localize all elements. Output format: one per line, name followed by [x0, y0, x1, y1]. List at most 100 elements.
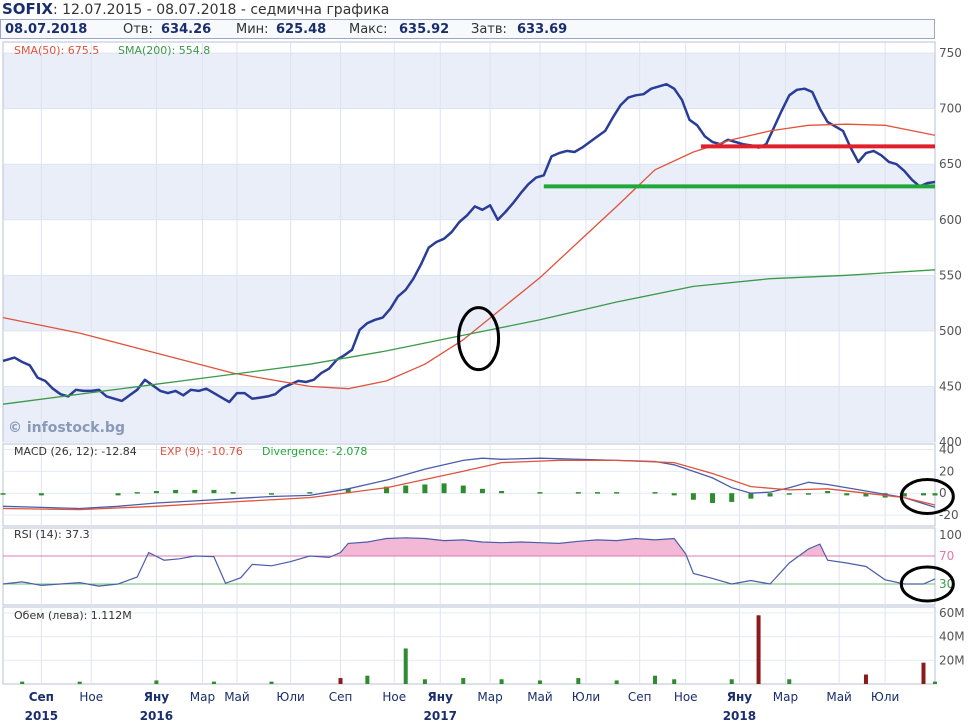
month-label: Яну [727, 690, 753, 704]
divergence-bar [825, 491, 831, 494]
month-label: Юли [871, 690, 899, 704]
year-label: 2016 [140, 709, 173, 723]
volume-bar [576, 678, 581, 684]
volume-bar [77, 681, 82, 684]
macd-tick-label: 20 [939, 464, 954, 478]
month-label: Май [224, 690, 250, 704]
divergence-bar [460, 485, 466, 494]
volume-bar [921, 662, 926, 684]
sma50-legend: SMA(50): 675.5 [14, 44, 99, 57]
divergence-bar [748, 493, 754, 499]
month-label: Май [527, 690, 553, 704]
divergence-bar [575, 492, 581, 494]
month-label: Сеп [329, 690, 353, 704]
year-label: 2017 [424, 709, 457, 723]
divergence-bar [805, 493, 811, 495]
month-label: Мар [477, 690, 502, 704]
month-label: Мар [773, 690, 798, 704]
month-label: Ное [79, 690, 103, 704]
macd-tick-label: 0 [939, 486, 947, 500]
divergence-bar [499, 491, 505, 494]
divergence-bar [192, 489, 198, 494]
month-label: Яну [144, 690, 170, 704]
price-tick-label: 500 [939, 324, 962, 338]
volume-tick-label: 60M [939, 606, 965, 620]
month-label: Юли [276, 690, 304, 704]
divergence-bar [134, 492, 140, 494]
divergence-bar [403, 485, 409, 494]
divergence-bar [115, 493, 121, 496]
divergence-bar [690, 493, 696, 500]
divergence-bar [652, 492, 658, 494]
volume-bar [672, 679, 677, 684]
divergence-bar [153, 491, 159, 494]
divergence-legend: Divergence: -2.078 [262, 445, 367, 458]
month-label: Ное [674, 690, 698, 704]
divergence-bar [710, 493, 716, 504]
divergence-bar [307, 492, 313, 494]
price-tick-label: 700 [939, 102, 962, 116]
volume-tick-label: 20M [939, 653, 965, 667]
panel-frame-1 [2, 443, 936, 527]
volume-bar [422, 679, 427, 684]
volume-bar [933, 681, 937, 684]
price-tick-label: 650 [939, 157, 962, 171]
divergence-bar [211, 489, 217, 494]
volume-tick-label: 40M [939, 630, 965, 644]
divergence-bar [173, 489, 179, 494]
price-band [3, 53, 935, 109]
volume-bar [756, 615, 761, 684]
price-band [3, 275, 935, 331]
divergence-bar [844, 493, 850, 496]
volume-bar [461, 678, 466, 684]
month-label: Сеп [628, 690, 652, 704]
month-label: Мар [190, 690, 215, 704]
volume-bar [537, 680, 542, 684]
divergence-bar [422, 484, 428, 494]
divergence-bar [268, 493, 274, 495]
sma200-legend: SMA(200): 554.8 [118, 44, 210, 57]
price-tick-label: 550 [939, 268, 962, 282]
volume-bar [614, 680, 619, 684]
divergence-bar [729, 493, 735, 502]
rsi-legend: RSI (14): 37.3 [14, 528, 90, 541]
divergence-bar [786, 493, 792, 495]
volume-bar [787, 679, 792, 684]
volume-bar [154, 680, 159, 684]
month-label: Юли [572, 690, 600, 704]
divergence-bar [230, 492, 236, 494]
stock-chart: 400450500550600650700750SMA(50): 675.5 SM… [0, 41, 965, 723]
volume-bar [338, 678, 343, 684]
volume-bar [403, 648, 408, 684]
divergence-bar [537, 492, 543, 494]
divergence-bar [932, 493, 938, 496]
rsi-tick-label: 100 [939, 528, 962, 542]
divergence-bar [767, 493, 773, 497]
price-tick-label: 600 [939, 213, 962, 227]
divergence-bar [594, 492, 600, 494]
macd-tick-label: 40 [939, 442, 954, 456]
macd-legend: MACD (26, 12): -12.84 [14, 445, 137, 458]
rsi-tick-label: 70 [939, 549, 954, 563]
divergence-bar [0, 493, 6, 495]
month-label: Сеп [29, 690, 54, 704]
volume-bar [365, 675, 370, 684]
month-label: Май [826, 690, 852, 704]
divergence-bar [479, 488, 485, 494]
year-label: 2018 [723, 709, 756, 723]
divergence-bar [671, 493, 677, 496]
exp-legend: EXP (9): -10.76 [160, 445, 243, 458]
volume-bar [863, 674, 868, 684]
volume-bar [729, 679, 734, 684]
divergence-bar [614, 492, 620, 494]
month-label: Яну [428, 690, 454, 704]
divergence-bar [441, 483, 447, 494]
volume-bar [211, 681, 216, 684]
divergence-bar [38, 493, 44, 496]
month-label: Ное [382, 690, 406, 704]
year-label: 2015 [25, 709, 58, 723]
divergence-bar [920, 493, 926, 496]
price-tick-label: 450 [939, 379, 962, 393]
volume-bar [499, 679, 504, 684]
panel-frame-2 [2, 527, 936, 606]
